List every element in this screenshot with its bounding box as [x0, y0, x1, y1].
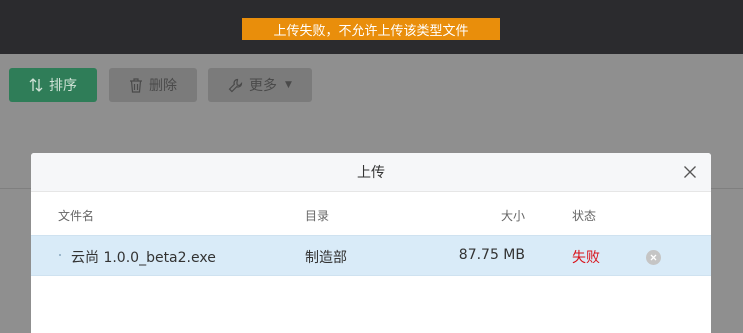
dialog-header: 上传: [31, 153, 711, 192]
remove-icon[interactable]: [646, 250, 661, 265]
file-name: 云尚 1.0.0_beta2.exe: [71, 250, 216, 266]
sort-icon: [29, 78, 43, 92]
delete-button[interactable]: 删除: [109, 68, 197, 102]
file-size: 87.75 MB: [458, 247, 525, 263]
file-status: 失败: [572, 250, 600, 266]
more-button-label: 更多: [249, 78, 278, 94]
column-header-size: 大小: [500, 209, 525, 223]
delete-button-label: 删除: [149, 78, 177, 94]
caret-down-icon: ▼: [285, 80, 292, 90]
upload-dialog: 上传 文件名 目录 大小 状态 云尚 1.0.0_beta2.exe 制造部 8…: [31, 153, 711, 333]
sort-button[interactable]: 排序: [9, 68, 97, 102]
column-header-status: 状态: [572, 209, 597, 223]
table-row[interactable]: 云尚 1.0.0_beta2.exe 制造部 87.75 MB 失败: [31, 235, 711, 276]
trash-icon: [129, 77, 143, 93]
column-header-directory: 目录: [305, 209, 330, 223]
wrench-icon: [228, 78, 243, 93]
row-marker: [59, 254, 61, 256]
column-header-name: 文件名: [58, 209, 95, 223]
dialog-title: 上传: [357, 165, 385, 181]
error-toast: 上传失败，不允许上传该类型文件: [242, 18, 500, 40]
table-header: 文件名 目录 大小 状态: [31, 192, 711, 235]
file-directory: 制造部: [305, 250, 347, 266]
close-icon[interactable]: [683, 164, 697, 178]
more-button[interactable]: 更多 ▼: [208, 68, 312, 102]
sort-button-label: 排序: [49, 78, 77, 94]
top-bar: 上传失败，不允许上传该类型文件: [0, 0, 743, 54]
